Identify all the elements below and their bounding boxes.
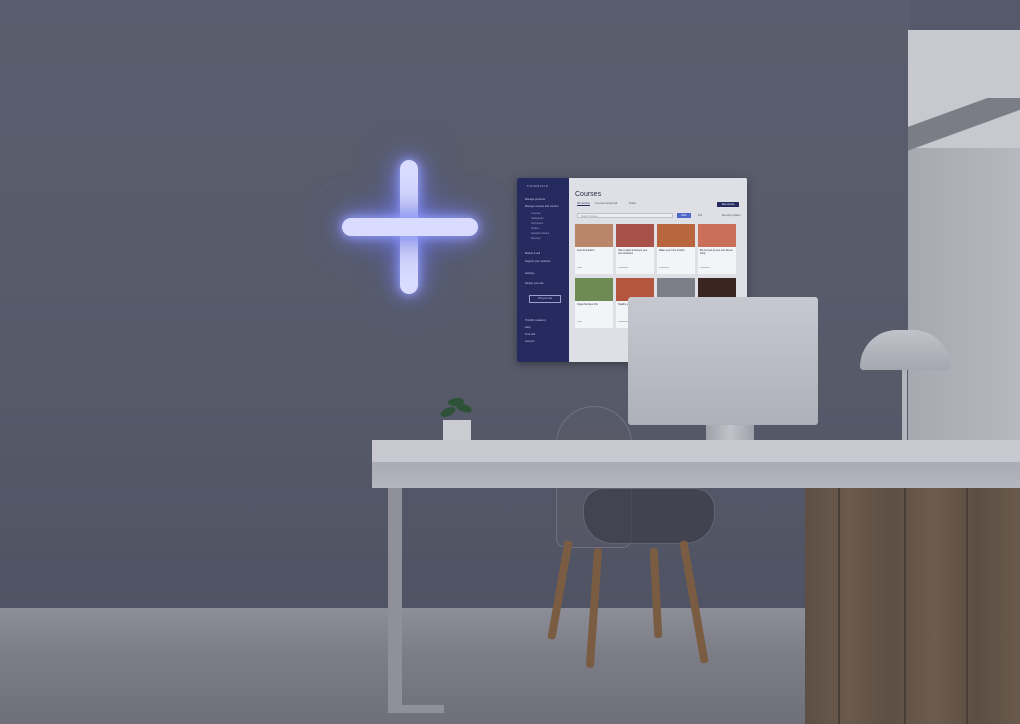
nav-item[interactable]: Support your students: [525, 260, 563, 263]
nav-subitem[interactable]: Surveys: [531, 237, 569, 240]
course-title: Vegan Recipes 101: [577, 303, 598, 306]
nav-subitem[interactable]: Courses: [531, 212, 569, 215]
nav-item[interactable]: Market & sell: [525, 252, 563, 255]
nav-subitem[interactable]: Question banks: [531, 232, 569, 235]
dashboard-sidebar: THINKIFIC Manage products Manage courses…: [517, 178, 569, 362]
bottom-nav-item[interactable]: Thinkific Academy: [525, 319, 563, 322]
brand-logo: THINKIFIC: [527, 184, 549, 188]
neon-plus-sign-horizontal: [342, 218, 478, 236]
lamp-pole: [902, 370, 907, 442]
ceiling-beam: [908, 98, 1020, 152]
course-card[interactable]: How to plant & harvest your own tomatoes…: [616, 224, 654, 274]
course-title: Be the best at your own Dinner Party: [700, 249, 733, 255]
nav-subitem[interactable]: Categories: [531, 217, 569, 220]
sort-by-dropdown[interactable]: Recently updated: [719, 213, 743, 218]
course-thumbnail: [575, 224, 613, 247]
cabinet-panel-seam: [904, 488, 906, 724]
visit-site-button[interactable]: Visit your site: [529, 295, 561, 303]
cabinet-panel-seam: [838, 488, 840, 724]
course-status: Draft: [577, 267, 582, 269]
nav-item[interactable]: Settings: [525, 272, 563, 275]
filter-button[interactable]: Filter: [677, 213, 691, 218]
nav-subitem[interactable]: Instructors: [531, 222, 569, 225]
desk-foot: [388, 705, 444, 713]
course-thumbnail: [616, 224, 654, 247]
course-status: Published: [618, 267, 628, 269]
desk-edge: [372, 462, 1020, 488]
course-status: Draft: [577, 321, 582, 323]
tab-all-courses[interactable]: All courses: [577, 202, 590, 206]
course-status: Published: [659, 267, 669, 269]
course-title: Food & Nutrition: [577, 249, 595, 252]
tab-courses-being-built[interactable]: Courses being built: [595, 202, 617, 205]
nav-item[interactable]: Manage courses and content: [525, 205, 563, 208]
course-card[interactable]: Vegan Recipes 101 Draft: [575, 278, 613, 328]
office-scene: THINKIFIC Manage products Manage courses…: [0, 0, 1020, 724]
course-title: Make a pie from scratch: [659, 249, 685, 252]
search-input[interactable]: Search courses: [577, 213, 673, 218]
course-card[interactable]: Be the best at your own Dinner Party Pub…: [698, 224, 736, 274]
bottom-nav-item[interactable]: Help: [525, 326, 563, 329]
course-title: How to plant & harvest your own tomatoes: [618, 249, 648, 255]
course-thumbnail: [657, 224, 695, 247]
nav-item[interactable]: Manage products: [525, 198, 563, 201]
course-card[interactable]: Make a pie from scratch Published: [657, 224, 695, 274]
desk-leg: [388, 488, 402, 710]
cabinet-panel-seam: [966, 488, 968, 724]
page-title: Courses: [575, 191, 602, 198]
sort-button[interactable]: Sort: [693, 213, 707, 218]
nav-subitem[interactable]: Videos: [531, 227, 569, 230]
new-course-button[interactable]: New course: [717, 202, 739, 207]
course-status: Published: [700, 267, 710, 269]
desk-top: [372, 440, 1020, 462]
course-thumbnail: [575, 278, 613, 301]
tab-drafts[interactable]: Drafts: [629, 202, 636, 205]
bottom-nav-item[interactable]: Free trial: [525, 333, 563, 336]
bottom-nav-item[interactable]: Account: [525, 340, 563, 343]
chair-seat: [583, 488, 715, 544]
nav-item[interactable]: Design your site: [525, 282, 563, 285]
course-thumbnail: [698, 224, 736, 247]
course-card[interactable]: Food & Nutrition Draft: [575, 224, 613, 274]
desktop-monitor: [628, 297, 818, 425]
